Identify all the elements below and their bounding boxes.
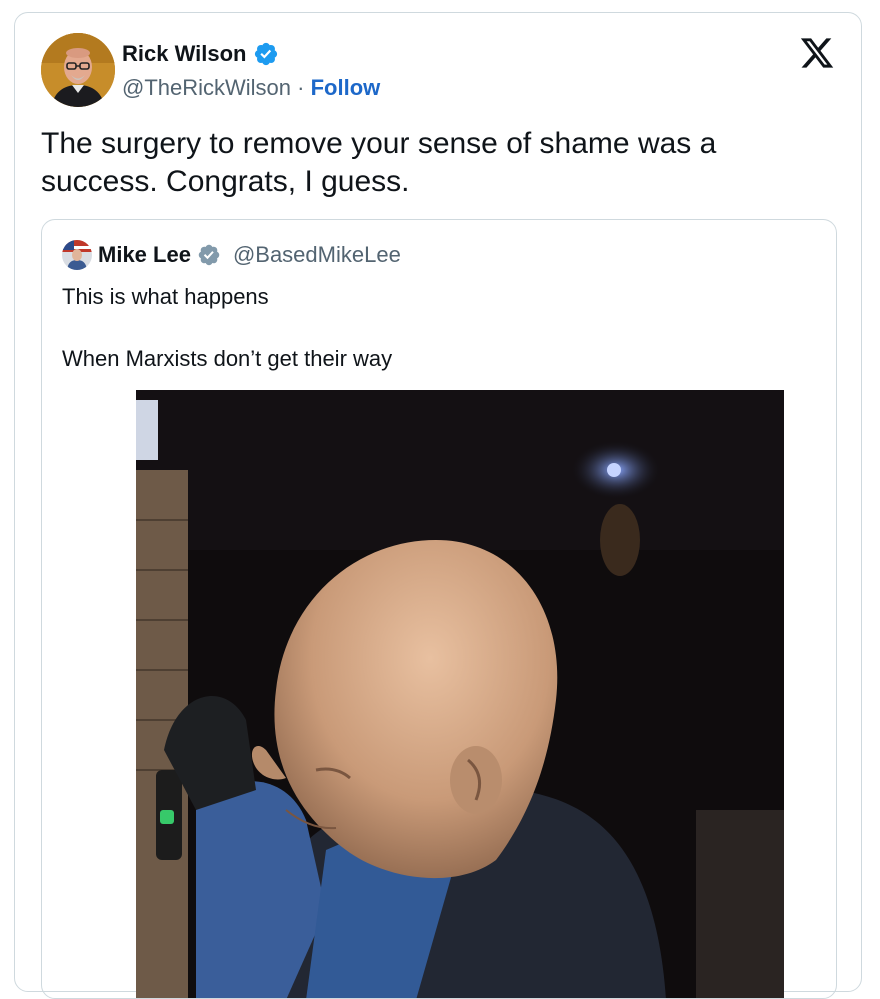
- quoted-tweet[interactable]: Mike Lee @BasedMikeLee This is what happ…: [41, 219, 837, 999]
- embedded-tweet-card[interactable]: Rick Wilson @TheRickWilson · Follow The …: [14, 12, 862, 999]
- tweet-text-line: success. Congrats, I guess.: [41, 165, 410, 198]
- author-handle[interactable]: @TheRickWilson: [122, 75, 291, 100]
- author-name-row: Rick Wilson: [122, 41, 279, 67]
- quoted-author-avatar[interactable]: [62, 240, 92, 270]
- quoted-author-handle[interactable]: @BasedMikeLee: [233, 242, 401, 268]
- x-logo-icon[interactable]: [799, 35, 835, 71]
- follow-button[interactable]: Follow: [311, 75, 381, 100]
- quoted-tweet-text-line: When Marxists don’t get their way: [62, 346, 393, 371]
- verified-badge-icon: [254, 42, 277, 66]
- author-name[interactable]: Rick Wilson: [122, 41, 247, 67]
- verified-badge-icon: [198, 244, 220, 266]
- separator-dot: ·: [297, 75, 305, 100]
- quoted-tweet-header: Mike Lee @BasedMikeLee: [62, 240, 401, 270]
- author-handle-row: @TheRickWilson · Follow: [122, 75, 380, 101]
- quoted-tweet-text-line: This is what happens: [62, 284, 269, 309]
- quoted-tweet-media[interactable]: [136, 390, 784, 998]
- quoted-author-name[interactable]: Mike Lee: [98, 242, 191, 268]
- tweet-text-line: The surgery to remove your sense of sham…: [41, 127, 717, 160]
- author-avatar[interactable]: [41, 33, 115, 107]
- tweet-text: The surgery to remove your sense of sham…: [41, 125, 821, 201]
